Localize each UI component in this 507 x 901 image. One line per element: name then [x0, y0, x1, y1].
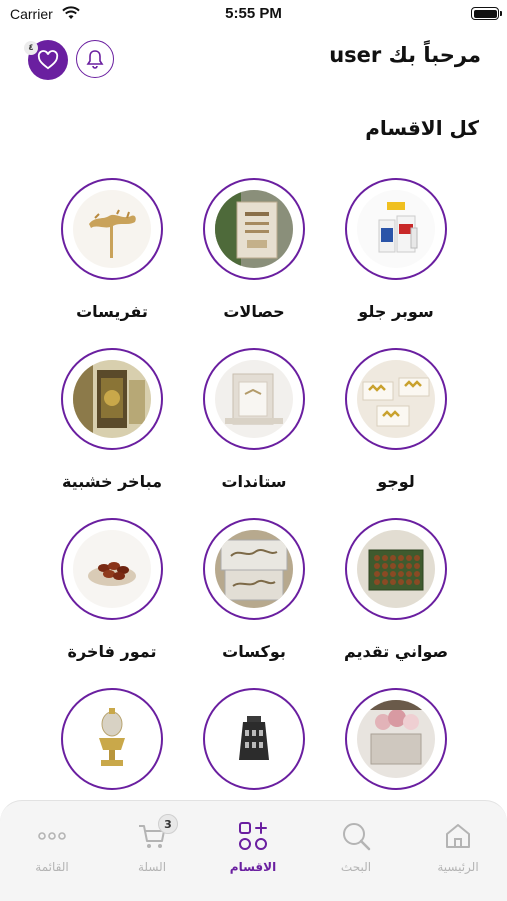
- category-image: [215, 360, 293, 438]
- category-label: مباخر خشبية: [61, 472, 163, 491]
- category-image: [357, 190, 435, 268]
- status-bar: Carrier 5:55 PM: [0, 0, 507, 30]
- heart-icon: [37, 50, 59, 70]
- search-icon: [343, 823, 371, 851]
- welcome-text: مرحباً بك user: [329, 43, 481, 67]
- category-label: لوجو: [377, 472, 415, 491]
- category-image: [73, 530, 151, 608]
- category-label: صواني تقديم: [343, 642, 449, 661]
- category-image: [215, 530, 293, 608]
- categories-icon: [239, 822, 267, 850]
- tab-label: السلة: [137, 860, 167, 874]
- category-label: تمور فاخرة: [67, 642, 157, 661]
- category-label: سوبر جلو: [358, 302, 434, 321]
- tab-menu[interactable]: القائمة: [12, 818, 92, 874]
- notifications-button[interactable]: [76, 40, 114, 78]
- tab-label: القائمة: [35, 860, 69, 874]
- clock: 5:55 PM: [225, 5, 282, 22]
- page-title: كل الاقسام: [365, 116, 479, 140]
- tab-label: البحث: [340, 860, 372, 874]
- cart-count-badge: 3: [158, 814, 178, 834]
- category-image: [215, 700, 293, 778]
- category-label: حصالات: [223, 302, 285, 321]
- tab-label: الاقسام: [229, 860, 277, 874]
- category-label: بوكسات: [222, 642, 286, 661]
- category-image: [73, 700, 151, 778]
- category-image: [357, 700, 435, 778]
- tab-label: الرئيسية: [437, 860, 479, 874]
- tab-home[interactable]: الرئيسية: [418, 818, 498, 874]
- category-image: [357, 360, 435, 438]
- tab-search[interactable]: البحث: [316, 818, 396, 874]
- category-image: [215, 190, 293, 268]
- category-image: [357, 530, 435, 608]
- category-image: [73, 360, 151, 438]
- favorites-count-badge: ٤: [24, 41, 38, 55]
- category-label: تفريسات: [76, 302, 148, 321]
- category-image: [73, 190, 151, 268]
- tab-categories[interactable]: الاقسام: [213, 818, 293, 874]
- home-icon: [446, 824, 470, 848]
- tab-cart[interactable]: 3 السلة: [112, 814, 192, 874]
- menu-dots-icon: [38, 832, 66, 840]
- category-label: ستاندات: [221, 472, 287, 491]
- bell-icon: [86, 50, 104, 69]
- battery-icon: [471, 7, 502, 20]
